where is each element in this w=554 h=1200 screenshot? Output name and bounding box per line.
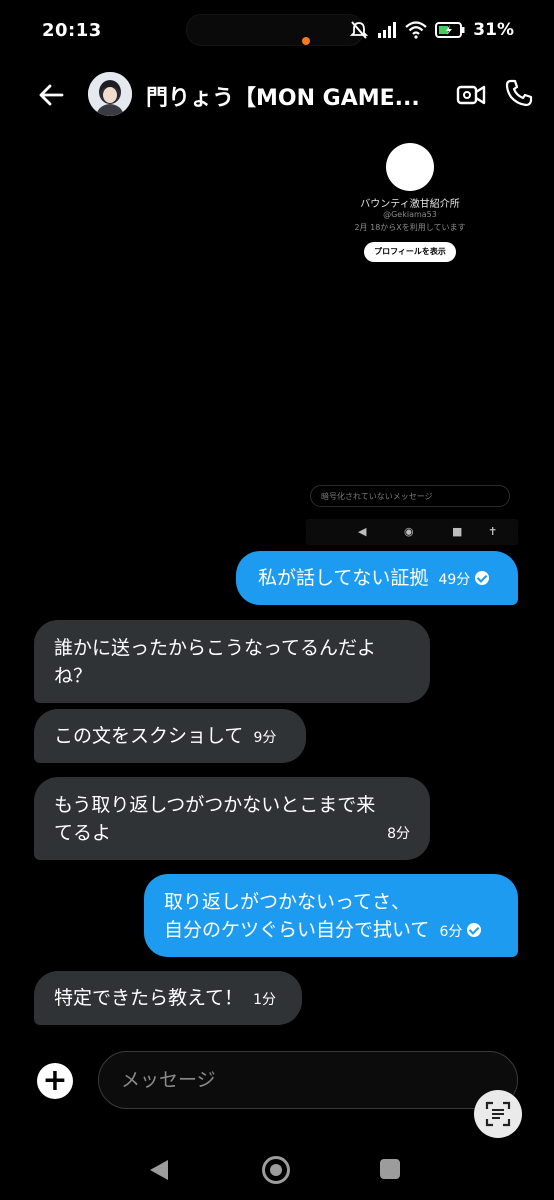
profile-card-handle: @Gekiama53 <box>383 210 437 219</box>
message-bubble[interactable]: 誰かに送ったからこうなってるんだよ ね？ <box>34 620 430 703</box>
embedded-recent-icon: ■ <box>452 525 463 538</box>
embedded-back-icon: ◀ <box>358 525 367 538</box>
message-time: 1分 <box>253 992 276 1008</box>
message-time: 49分 <box>438 572 471 588</box>
wifi-icon <box>405 21 428 39</box>
message-time: 8分 <box>387 826 410 842</box>
message-time: 9分 <box>253 730 277 746</box>
status-time: 20:13 <box>42 20 102 41</box>
camera-cutout <box>186 14 364 46</box>
message-bubble[interactable]: 特定できたら教えて！ 1分 <box>34 971 302 1025</box>
system-home-dot <box>270 1164 282 1176</box>
message-bubble[interactable]: 取り返しがつかないってさ、 自分のケツぐらい自分で拭いて 6分 <box>144 874 518 957</box>
signal-icon <box>378 22 397 38</box>
profile-card-since: 2月 18からXを利用しています <box>354 223 466 232</box>
read-check-icon <box>467 923 482 937</box>
embedded-accessibility-icon: ✝ <box>488 525 498 538</box>
message-bubble[interactable]: この文をスクショして 9分 <box>34 709 306 763</box>
message-text-line: 取り返しがつかないってさ、 <box>164 891 411 913</box>
embedded-message-input: 暗号化されていないメッセージ <box>310 485 510 507</box>
conversation-title[interactable]: 門りょう【MON GAME... <box>146 80 420 112</box>
privacy-indicator-dot <box>302 37 310 45</box>
message-text-line: もう取り返しつがつかないとこまで来 <box>54 794 376 816</box>
profile-card-avatar: 😂 <box>386 143 434 191</box>
system-back-icon[interactable] <box>150 1160 168 1180</box>
mute-icon <box>350 21 369 39</box>
profile-card-name: バウンティ激甘紹介所 <box>360 199 460 210</box>
phone-call-icon[interactable] <box>504 78 534 108</box>
message-input[interactable]: メッセージ <box>98 1051 518 1109</box>
message-text: 私が話してない証拠 <box>258 567 429 589</box>
status-icons: 31% <box>349 20 514 40</box>
message-bubble[interactable]: もう取り返しつがつかないとこまで来 てるよ 8分 <box>34 777 430 860</box>
battery-icon <box>435 22 465 38</box>
embedded-nav-bar: ◀ ◉ ■ ✝ <box>306 519 518 545</box>
contact-avatar[interactable] <box>88 72 132 116</box>
message-bubble[interactable]: 私が話してない証拠 49分 <box>236 551 518 605</box>
view-profile-button[interactable]: プロフィールを表示 <box>364 242 456 262</box>
message-text-line: 誰かに送ったからこうなってるんだよ <box>54 637 377 659</box>
system-recents-icon[interactable] <box>380 1159 400 1179</box>
battery-percent: 31% <box>473 20 514 40</box>
read-check-icon <box>475 571 490 585</box>
message-text-line: ね？ <box>54 665 93 687</box>
message-time: 6分 <box>439 924 463 940</box>
message-text: この文をスクショして <box>54 725 244 747</box>
embedded-home-icon: ◉ <box>404 525 414 538</box>
scan-text-icon <box>485 1101 511 1127</box>
message-text-line: てるよ <box>54 822 112 844</box>
add-attachment-button[interactable]: + <box>37 1063 73 1099</box>
text-scan-button[interactable] <box>474 1090 522 1138</box>
message-text-line: 自分のケツぐらい自分で拭いて <box>164 919 430 941</box>
message-text: 特定できたら教えて！ <box>54 987 244 1009</box>
back-arrow-icon[interactable] <box>36 80 66 110</box>
video-call-icon[interactable] <box>456 80 486 110</box>
